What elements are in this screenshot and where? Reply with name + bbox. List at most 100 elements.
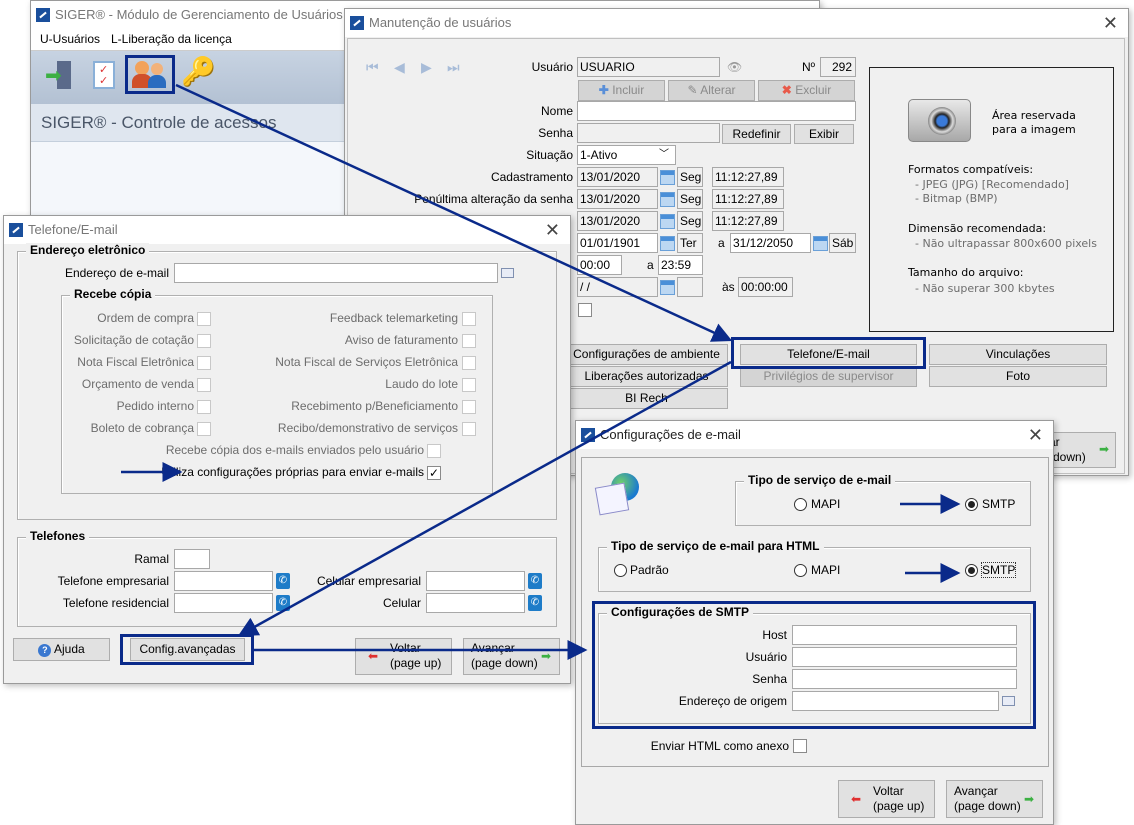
service-smtp-radio[interactable] (965, 498, 978, 511)
copy-left-checkbox[interactable] (197, 356, 211, 370)
penultima-date[interactable]: 13/01/2020 (577, 189, 658, 209)
usuario-field[interactable]: USUARIO (577, 57, 720, 77)
phone-voltar-button[interactable]: ⬅ Voltar (page up) (355, 638, 452, 675)
hours-to[interactable]: 23:59 (658, 255, 703, 275)
envelope-icon[interactable] (501, 268, 514, 278)
liberacoes-button[interactable]: Liberações autorizadas (565, 366, 728, 387)
last-day (677, 277, 703, 297)
foto-button[interactable]: Foto (929, 366, 1107, 387)
copy-user-label: Recebe cópia dos e-mails enviados pelo u… (165, 443, 424, 457)
cel-field[interactable] (426, 593, 525, 613)
phone-icon[interactable]: ✆ (276, 573, 290, 589)
copy-right-checkbox[interactable] (462, 356, 476, 370)
arrow-right-icon: ➡ (540, 649, 551, 663)
copy-left-checkbox[interactable] (197, 378, 211, 392)
window-title: Manutenção de usuários (369, 15, 512, 30)
ramal-field[interactable] (174, 549, 210, 569)
copy-left-checkbox[interactable] (197, 334, 211, 348)
penultima-time[interactable]: 11:12:27,89 (712, 189, 784, 209)
cel-emp-field[interactable] (426, 571, 525, 591)
copy-right-checkbox[interactable] (462, 312, 476, 326)
own-config-checkbox[interactable]: ✓ (427, 466, 441, 480)
bi-rech-button[interactable]: BI Rech (565, 388, 728, 409)
copy-right-checkbox[interactable] (462, 400, 476, 414)
last-time[interactable]: 00:00:00 (738, 277, 793, 297)
service-mapi-radio[interactable] (794, 498, 807, 511)
situacao-value: 1-Ativo (580, 148, 618, 162)
html-mapi-radio[interactable] (794, 564, 807, 577)
copy-left-checkbox[interactable] (197, 400, 211, 414)
cfg-voltar-button[interactable]: ⬅ Voltar (page up) (838, 780, 935, 818)
last-date[interactable]: / / (577, 277, 658, 297)
hours-from[interactable]: 00:00 (577, 255, 622, 275)
redefinir-button[interactable]: Redefinir (722, 124, 791, 144)
eye-icon[interactable]: 👁 (727, 60, 742, 74)
phone-icon[interactable]: ✆ (528, 573, 542, 589)
exibir-button[interactable]: Exibir (794, 124, 854, 144)
key-icon[interactable]: 🔑 (181, 57, 216, 87)
copy-left-checkbox[interactable] (197, 422, 211, 436)
email-field[interactable] (174, 263, 498, 283)
html-attach-checkbox[interactable] (793, 739, 807, 753)
ajuda-button[interactable]: ? Ajuda (13, 638, 110, 661)
validity-from[interactable]: 01/01/1901 (577, 233, 658, 253)
ultima-time[interactable]: 11:12:27,89 (712, 211, 784, 231)
maint-checkbox[interactable] (578, 303, 592, 317)
checklist-icon[interactable]: ✓ ✓ (93, 61, 115, 89)
tel-emp-field[interactable] (174, 571, 273, 591)
close-icon[interactable]: ✕ (545, 216, 560, 244)
voltar-sub: (page up) (390, 656, 442, 670)
copy-right-checkbox[interactable] (462, 334, 476, 348)
calendar-icon[interactable] (660, 236, 675, 251)
copy-right-checkbox[interactable] (462, 378, 476, 392)
hours-a: a (647, 258, 654, 272)
calendar-icon[interactable] (660, 192, 675, 207)
phone-icon[interactable]: ✆ (276, 595, 290, 611)
calendar-icon[interactable] (660, 170, 675, 185)
close-icon[interactable]: ✕ (1028, 421, 1043, 449)
incluir-button[interactable]: ✚ Incluir (578, 80, 665, 101)
first-record-icon[interactable]: ⏮ (366, 59, 379, 76)
previous-record-icon[interactable]: ◀ (394, 59, 405, 76)
copy-right-checkbox[interactable] (462, 422, 476, 436)
copy-left-checkbox[interactable] (197, 312, 211, 326)
dimension-title: Dimensão recomendada: (908, 222, 1047, 235)
close-icon[interactable]: ✕ (1103, 9, 1118, 37)
senha-field[interactable] (577, 123, 720, 143)
nome-field[interactable] (577, 101, 856, 121)
calendar-icon[interactable] (660, 280, 675, 295)
size-1: - Não superar 300 kbytes (915, 282, 1055, 295)
privilegios-button[interactable]: Privilégios de supervisor (740, 366, 917, 387)
html-smtp-radio[interactable] (965, 564, 978, 577)
app-logo-icon (36, 8, 50, 22)
next-record-icon[interactable]: ▶ (421, 59, 432, 76)
menu-liberacao[interactable]: L-Liberação da licença (111, 32, 232, 46)
menu-usuarios[interactable]: U-Usuários (40, 32, 100, 46)
phone-avancar-button[interactable]: Avançar (page down) ➡ (463, 638, 560, 675)
validity-to[interactable]: 31/12/2050 (730, 233, 811, 253)
copy-user-checkbox[interactable] (427, 444, 441, 458)
situacao-select[interactable]: 1-Ativo ﹀ (577, 145, 676, 165)
exit-door-icon[interactable]: ➡ (45, 59, 75, 89)
copy-right-label: Laudo do lote (385, 377, 458, 391)
excluir-button[interactable]: ✖ Excluir (758, 80, 855, 101)
copy-left-label: Pedido interno (116, 399, 194, 413)
voltar-label: Voltar (873, 784, 904, 798)
ultima-date[interactable]: 13/01/2020 (577, 211, 658, 231)
phone-icon[interactable]: ✆ (528, 595, 542, 611)
alterar-button[interactable]: ✎ Alterar (668, 80, 755, 101)
cadastro-date[interactable]: 13/01/2020 (577, 167, 658, 187)
last-record-icon[interactable]: ⏭ (447, 59, 460, 76)
html-padrao-radio[interactable] (614, 564, 627, 577)
telefone-email-highlight (731, 337, 926, 369)
image-panel[interactable]: Área reservada para a imagem Formatos co… (869, 67, 1114, 332)
vinculacoes-button[interactable]: Vinculações (929, 344, 1107, 365)
calendar-icon[interactable] (660, 214, 675, 229)
tel-res-field[interactable] (174, 593, 273, 613)
validity-to-day: Sáb (829, 233, 856, 253)
config-ambiente-button[interactable]: Configurações de ambiente (565, 344, 728, 365)
calendar-icon[interactable] (813, 236, 828, 251)
cfg-avancar-button[interactable]: Avançar (page down) ➡ (946, 780, 1043, 818)
cadastro-time[interactable]: 11:12:27,89 (712, 167, 784, 187)
reserved-text: Área reservada (992, 109, 1076, 122)
